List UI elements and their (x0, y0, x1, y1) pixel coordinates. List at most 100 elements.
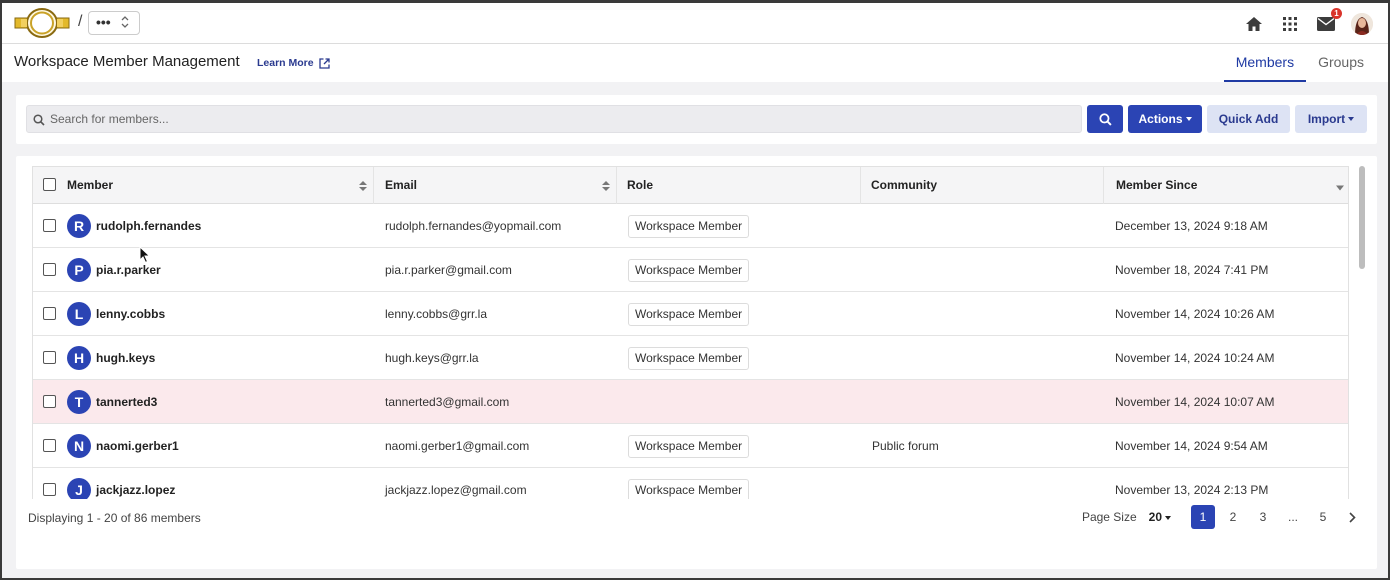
search-input[interactable]: Search for members... (26, 105, 1082, 133)
tab-bar: Members Groups (1223, 44, 1376, 82)
caret-down-icon (1348, 117, 1355, 121)
column-community[interactable]: Community (861, 167, 1104, 204)
top-icons: 1 (1230, 8, 1374, 37)
user-avatar[interactable] (1350, 12, 1374, 36)
actions-label: Actions (1138, 112, 1183, 126)
mail-icon[interactable]: 1 (1314, 8, 1342, 36)
workspace-logo[interactable] (14, 7, 70, 39)
quick-add-button[interactable]: Quick Add (1207, 105, 1290, 133)
column-member-since[interactable]: Member Since (1104, 167, 1348, 204)
avatar (1351, 13, 1373, 35)
app-window: / ••• 1 Workspace Member Management Lear… (0, 0, 1390, 580)
page-ellipsis: ... (1287, 510, 1298, 524)
member-name[interactable]: tannerted3 (96, 380, 157, 424)
caret-down-icon (1165, 515, 1171, 520)
member-email: hugh.keys@grr.la (385, 351, 479, 365)
page-button-3[interactable]: 3 (1251, 505, 1275, 529)
search-icon (33, 114, 45, 126)
mouse-cursor-icon (139, 245, 151, 267)
avatar: R (67, 214, 91, 238)
next-page-button[interactable] (1341, 505, 1363, 529)
role-tag: Workspace Member (628, 303, 750, 326)
page-size-select[interactable]: 20 (1149, 510, 1171, 524)
table-row[interactable]: N naomi.gerber1 naomi.gerber1@gmail.com … (33, 424, 1348, 468)
page-size-value: 20 (1148, 510, 1162, 524)
member-email: lenny.cobbs@grr.la (385, 307, 488, 321)
member-email: jackjazz.lopez@gmail.com (385, 483, 527, 497)
sort-icon[interactable] (602, 181, 610, 191)
column-member[interactable]: Member (33, 167, 374, 204)
table-row[interactable]: J jackjazz.lopez jackjazz.lopez@gmail.co… (33, 468, 1348, 499)
more-icon: ••• (96, 14, 111, 30)
search-button[interactable] (1087, 105, 1123, 133)
column-email[interactable]: Email (374, 167, 617, 204)
learn-more-link[interactable]: Learn More (257, 57, 330, 69)
tab-groups[interactable]: Groups (1306, 44, 1376, 82)
select-all-checkbox[interactable] (43, 178, 56, 191)
row-checkbox[interactable] (43, 307, 56, 320)
page-button-2[interactable]: 2 (1221, 505, 1245, 529)
role-tag: Workspace Member (628, 347, 750, 370)
member-name[interactable]: jackjazz.lopez (96, 468, 175, 499)
table-row[interactable]: H hugh.keys hugh.keys@grr.la Workspace M… (33, 336, 1348, 380)
row-checkbox[interactable] (43, 483, 56, 496)
search-placeholder: Search for members... (50, 112, 169, 126)
role-tag: Workspace Member (628, 215, 750, 238)
row-checkbox[interactable] (43, 219, 56, 232)
table-scrollbar[interactable] (1359, 166, 1366, 499)
workspace-switcher[interactable]: ••• (88, 11, 140, 35)
members-table: Member Email Role Community Member Since (32, 166, 1349, 499)
top-bar: / ••• 1 (2, 3, 1388, 44)
page-size-label: Page Size (1081, 510, 1137, 524)
row-checkbox[interactable] (43, 439, 56, 452)
table-row[interactable]: R rudolph.fernandes rudolph.fernandes@yo… (33, 204, 1348, 248)
page-button-1[interactable]: 1 (1191, 505, 1215, 529)
page-button-5[interactable]: 5 (1311, 505, 1335, 529)
row-checkbox[interactable] (43, 351, 56, 364)
member-community: Public forum (872, 439, 939, 453)
actions-dropdown-button[interactable]: Actions (1128, 105, 1202, 133)
import-dropdown-button[interactable]: Import (1295, 105, 1367, 133)
member-name[interactable]: naomi.gerber1 (96, 424, 179, 468)
home-icon[interactable] (1242, 12, 1266, 36)
sort-icon[interactable] (359, 181, 367, 191)
scrollbar-thumb[interactable] (1359, 166, 1365, 269)
column-email-label: Email (385, 178, 418, 192)
apps-grid-icon[interactable] (1278, 12, 1302, 36)
avatar: T (67, 390, 91, 414)
member-name[interactable]: rudolph.fernandes (96, 204, 201, 248)
learn-more-label: Learn More (257, 57, 314, 69)
table-row[interactable]: T tannerted3 tannerted3@gmail.com Novemb… (33, 380, 1348, 424)
member-since: November 14, 2024 9:54 AM (1115, 439, 1268, 453)
avatar: L (67, 302, 91, 326)
avatar: N (67, 434, 91, 458)
row-checkbox[interactable] (43, 395, 56, 408)
import-label: Import (1307, 112, 1346, 126)
member-name[interactable]: pia.r.parker (96, 248, 161, 292)
member-name[interactable]: lenny.cobbs (96, 292, 165, 336)
column-role[interactable]: Role (617, 167, 861, 204)
sort-desc-icon[interactable] (1336, 183, 1344, 193)
page-header: Workspace Member Management Learn More M… (2, 44, 1388, 82)
table-row[interactable]: P pia.r.parker pia.r.parker@gmail.com Wo… (33, 248, 1348, 292)
avatar: H (67, 346, 91, 370)
breadcrumb-separator: / (78, 13, 83, 30)
column-member-since-label: Member Since (1116, 178, 1198, 192)
member-since: November 13, 2024 2:13 PM (1115, 483, 1269, 497)
role-tag: Workspace Member (628, 435, 750, 458)
external-link-icon (318, 57, 330, 69)
search-icon (1098, 112, 1112, 126)
column-role-label: Role (627, 178, 654, 192)
member-name[interactable]: hugh.keys (96, 336, 155, 380)
chevron-updown-icon (121, 15, 129, 30)
row-checkbox[interactable] (43, 263, 56, 276)
chevron-right-icon (1348, 511, 1356, 523)
pagination: Page Size 20 1 2 3 ... 5 (1082, 505, 1363, 529)
members-table-panel: Member Email Role Community Member Since (16, 156, 1377, 569)
tab-members[interactable]: Members (1223, 44, 1307, 82)
caret-down-icon (1185, 117, 1192, 121)
notification-badge: 1 (1331, 8, 1342, 19)
member-email: tannerted3@gmail.com (385, 395, 510, 409)
table-row[interactable]: L lenny.cobbs lenny.cobbs@grr.la Workspa… (33, 292, 1348, 336)
results-count: Displaying 1 - 20 of 86 members (28, 511, 201, 525)
